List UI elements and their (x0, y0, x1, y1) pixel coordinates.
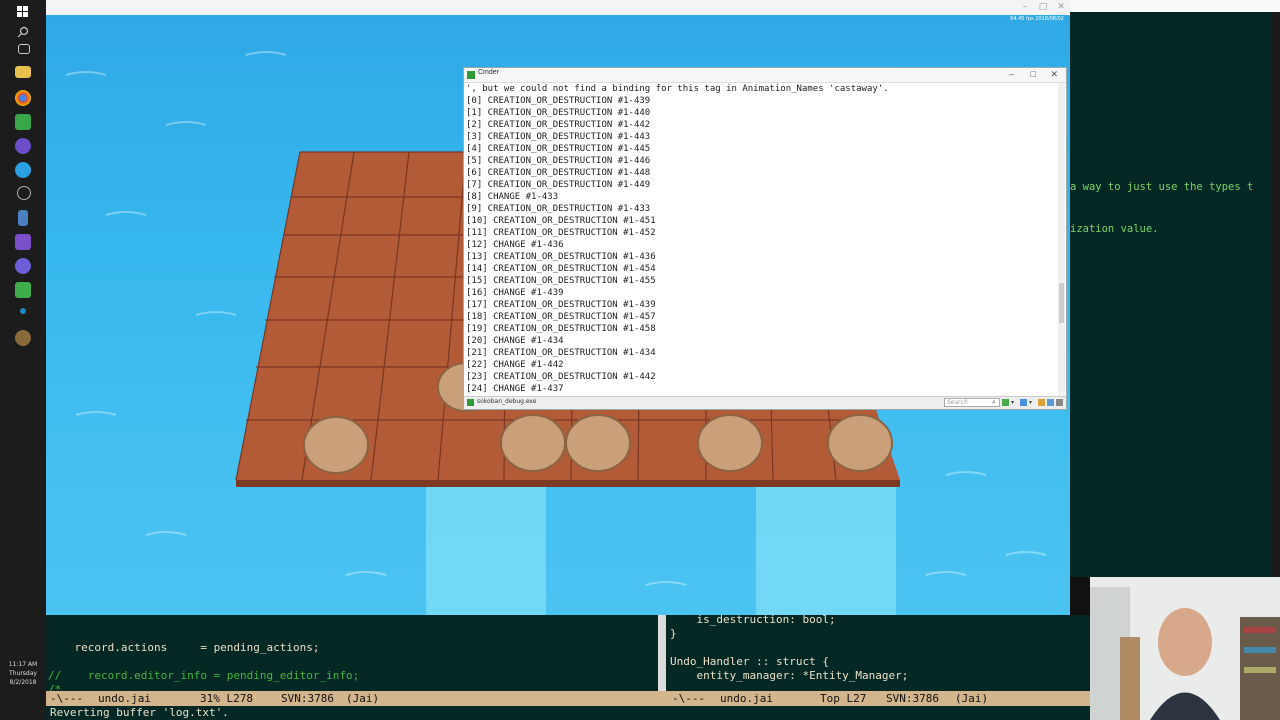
code-line: ization value. (1070, 223, 1159, 235)
console-scrollbar[interactable] (1058, 83, 1065, 397)
emacs-right-bottom-pane[interactable]: is_destruction: bool; } Undo_Handler :: … (666, 613, 1090, 691)
clock-time: 11:17 AM (8, 661, 38, 668)
maximize-icon[interactable]: □ (1038, 2, 1048, 12)
emacs-right-titlebar (1070, 0, 1280, 12)
console-line: [15] CREATION_OR_DESTRUCTION #1-455 (466, 276, 656, 286)
clock-date: 8/2/2018 (9, 679, 37, 686)
console-line: [8] CHANGE #1-433 (466, 192, 559, 202)
app-icon-settings[interactable] (15, 330, 31, 346)
console-output[interactable]: ', but we could not find a binding for t… (466, 83, 1058, 398)
console-line: [14] CREATION_OR_DESTRUCTION #1-454 (466, 264, 656, 274)
console-line: [21] CREATION_OR_DESTRUCTION #1-434 (466, 348, 656, 358)
pane-divider[interactable] (658, 615, 666, 691)
modeline-svn: SVN:3786 (281, 692, 334, 705)
console-line: [6] CREATION_OR_DESTRUCTION #1-448 (466, 168, 651, 178)
cmder-icon[interactable] (15, 282, 31, 298)
app-icon-blue[interactable] (15, 162, 31, 178)
dropdown-icon[interactable]: ▾ (1029, 399, 1036, 406)
layout-icon[interactable] (1020, 399, 1027, 406)
app-icon-small[interactable] (20, 308, 26, 314)
emacs-minibuffer[interactable]: Reverting buffer 'log.txt'. (46, 706, 1090, 720)
app-icon-grey[interactable] (17, 186, 31, 200)
console-line: [3] CREATION_OR_DESTRUCTION #1-443 (466, 132, 651, 142)
search-icon[interactable]: ⌕ (992, 399, 999, 406)
modeline-mode: (Jai) (346, 692, 380, 705)
emacs-right-scrollbar[interactable] (1272, 12, 1280, 577)
console-line: [7] CREATION_OR_DESTRUCTION #1-449 (466, 180, 651, 190)
scrollbar-thumb[interactable] (1059, 283, 1064, 323)
console-line: ', but we could not find a binding for t… (466, 84, 889, 94)
system-clock[interactable]: 11:17 AM Thursday 8/2/2018 (0, 660, 46, 687)
modeline-buffer-name[interactable]: undo.jai (98, 691, 151, 706)
emacs-right-pane[interactable]: a way to just use the types t ization va… (1070, 12, 1272, 577)
console-line: [5] CREATION_OR_DESTRUCTION #1-446 (466, 156, 651, 166)
app-icon-red[interactable] (15, 114, 31, 130)
code-line: a way to just use the types t (1070, 181, 1254, 193)
maximize-icon[interactable]: □ (1031, 69, 1036, 79)
app-icon-circle[interactable] (15, 258, 31, 274)
minimize-icon[interactable]: – (1009, 69, 1014, 79)
minimize-icon[interactable]: – (1020, 2, 1030, 12)
console-tab[interactable]: sokoban_debug.exe (477, 398, 537, 405)
minibuffer-message: Reverting buffer 'log.txt'. (50, 706, 229, 719)
console-line: [0] CREATION_OR_DESTRUCTION #1-439 (466, 96, 651, 106)
close-icon[interactable]: ✕ (1056, 2, 1066, 12)
cmder-statusbar: sokoban_debug.exe Search ⌕ ▾ ▾ (464, 396, 1066, 409)
modeline-flags: -\--- (50, 692, 84, 705)
app-icon-purple[interactable] (15, 138, 31, 154)
game-window-titlebar[interactable]: – □ ✕ (46, 0, 1070, 15)
modeline-position: 31% L278 (200, 692, 253, 705)
dropdown-icon[interactable]: ▾ (1011, 399, 1018, 406)
lock-icon[interactable] (1038, 399, 1045, 406)
windows-start-icon[interactable] (15, 4, 31, 20)
clock-day: Thursday (9, 670, 37, 677)
console-line: [9] CREATION_OR_DESTRUCTION #1-433 (466, 204, 651, 214)
console-line: [11] CREATION_OR_DESTRUCTION #1-452 (466, 228, 656, 238)
visual-studio-icon[interactable] (15, 234, 31, 250)
console-line: [24] CHANGE #1-437 (466, 384, 564, 394)
modeline-mode: (Jai) (955, 692, 989, 705)
console-line: [12] CHANGE #1-436 (466, 240, 564, 250)
menu-icon[interactable] (1056, 399, 1063, 406)
console-line: [18] CREATION_OR_DESTRUCTION #1-457 (466, 312, 656, 322)
emacs-modeline: -\--- undo.jai 31% L278 SVN:3786 (Jai) -… (46, 691, 1090, 706)
code-line: entity_manager: *Entity_Manager; (670, 669, 909, 682)
console-line: [23] CREATION_OR_DESTRUCTION #1-442 (466, 372, 656, 382)
cmder-window[interactable]: Cmder – □ ✕ ', but we could not find a b… (463, 67, 1067, 410)
console-line: [13] CREATION_OR_DESTRUCTION #1-436 (466, 252, 656, 262)
modeline-svn: SVN:3786 (886, 692, 939, 705)
emacs-left-pane[interactable]: record.actions = pending_actions; // rec… (46, 615, 658, 696)
app-icon-pen[interactable] (18, 210, 28, 226)
code-line: } (670, 627, 677, 640)
new-console-icon[interactable] (1002, 399, 1009, 406)
tab-icon (467, 399, 474, 406)
console-line: [22] CHANGE #1-442 (466, 360, 564, 370)
modeline-position: Top L27 (820, 692, 867, 705)
console-line: [17] CREATION_OR_DESTRUCTION #1-439 (466, 300, 656, 310)
modeline-buffer-name[interactable]: undo.jai (720, 691, 773, 706)
cmder-title: Cmder (478, 69, 500, 76)
console-line: [2] CREATION_OR_DESTRUCTION #1-442 (466, 120, 651, 130)
task-view-icon[interactable] (18, 44, 30, 54)
code-line: Undo_Handler :: struct { (670, 655, 829, 668)
chrome-icon[interactable] (15, 90, 31, 106)
console-line: [1] CREATION_OR_DESTRUCTION #1-440 (466, 108, 651, 118)
cmder-titlebar[interactable]: Cmder – □ ✕ (464, 68, 1066, 83)
code-comment-line: // record.editor_info = pending_editor_i… (48, 669, 360, 682)
console-line: [20] CHANGE #1-434 (466, 336, 564, 346)
search-icon[interactable] (15, 24, 31, 40)
taskbar: 11:17 AM Thursday 8/2/2018 (0, 0, 46, 720)
webcam-feed (1090, 577, 1280, 720)
console-line: [19] CREATION_OR_DESTRUCTION #1-458 (466, 324, 656, 334)
file-explorer-icon[interactable] (15, 66, 31, 78)
modeline-flags: -\--- (672, 692, 706, 705)
close-icon[interactable]: ✕ (1050, 69, 1058, 80)
code-line: record.actions = pending_actions; (48, 641, 320, 654)
code-line: is_destruction: bool; (670, 613, 836, 626)
split-icon[interactable] (1047, 399, 1054, 406)
cmder-app-icon (467, 71, 475, 79)
console-line: [4] CREATION_OR_DESTRUCTION #1-445 (466, 144, 651, 154)
console-line: [10] CREATION_OR_DESTRUCTION #1-451 (466, 216, 656, 226)
console-line: [16] CHANGE #1-439 (466, 288, 564, 298)
